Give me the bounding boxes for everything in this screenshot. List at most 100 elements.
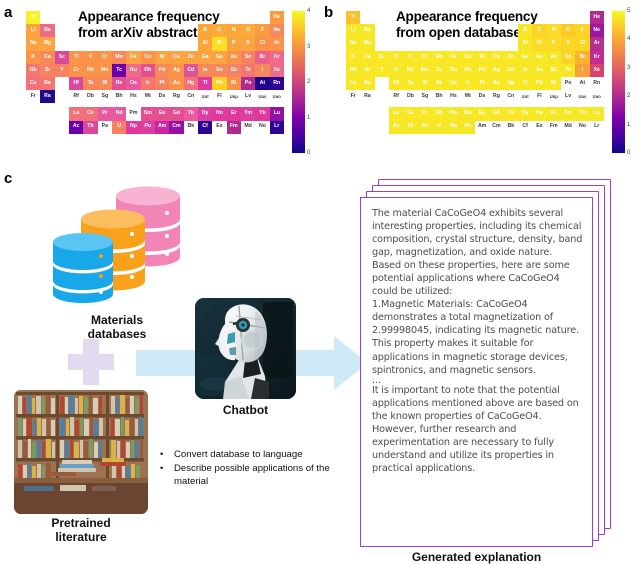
- element-cell-rb: Rb: [346, 63, 361, 77]
- element-cell-ar: Ar: [269, 37, 284, 51]
- element-cell-hs: Hs: [446, 90, 461, 104]
- element-cell-cr: Cr: [417, 50, 432, 64]
- element-cell-te: Te: [560, 63, 576, 77]
- materials-databases-icon: [50, 182, 185, 307]
- element-cell-sb: Sb: [546, 63, 561, 77]
- element-cell-po: Po: [240, 76, 256, 91]
- element-cell-zr: Zr: [68, 63, 84, 77]
- element-cell-fe: Fe: [446, 50, 461, 64]
- element-cell-eu: Eu: [154, 107, 170, 121]
- element-cell-ne: Ne: [589, 24, 604, 38]
- element-cell-ir: Ir: [460, 76, 475, 91]
- element-cell-cr: Cr: [97, 50, 112, 64]
- element-cell-er: Er: [226, 107, 241, 121]
- generated-explanation-caption: Generated explanation: [411, 550, 542, 564]
- element-cell-zn: Zn: [503, 50, 518, 64]
- element-cell-la: La: [68, 107, 84, 121]
- element-cell-db: Db: [403, 90, 418, 104]
- generated-explanation-paragraph: 1.Magnetic Materials: CaCoGeO4 demonstra…: [372, 299, 580, 376]
- element-cell-sr: Sr: [40, 63, 55, 77]
- element-cell-la: La: [388, 107, 404, 121]
- element-cell-hf: Hf: [68, 76, 84, 91]
- element-cell-lu: Lu: [589, 107, 604, 121]
- element-cell-es: Es: [212, 120, 227, 134]
- element-cell-f: F: [255, 24, 270, 38]
- element-cell-gd: Gd: [489, 107, 504, 121]
- chatbot-bullet-text: Convert database to language: [174, 449, 303, 460]
- element-cell-as: As: [226, 50, 241, 64]
- element-cell-ga: Ga: [197, 50, 213, 64]
- element-cell-mt: Mt: [460, 90, 475, 104]
- element-cell-ar: Ar: [589, 37, 604, 51]
- element-cell-tm: Tm: [240, 107, 256, 121]
- element-cell-mo: Mo: [97, 63, 112, 77]
- element-cell-po: Po: [560, 76, 576, 91]
- element-cell-cf: Cf: [517, 120, 533, 134]
- element-cell-lv: Lv: [560, 90, 576, 104]
- element-cell-br: Br: [255, 50, 270, 64]
- element-cell-kr: Kr: [269, 50, 284, 64]
- generated-explanation-paragraph: It is important to note that the potenti…: [372, 384, 579, 475]
- element-cell-ag: Ag: [489, 63, 504, 77]
- element-cell-gd: Gd: [169, 107, 184, 121]
- element-cell-k: K: [26, 50, 41, 64]
- bullet-dot-icon: •: [160, 449, 164, 460]
- periodic-table-grid-b: H He Li Be B C N O F Ne Na Mg Al Si P S Cl Ar K Ca Sc Ti V Cr Mn…: [346, 11, 604, 153]
- element-cell-h: H: [26, 11, 41, 25]
- chatbot-bullet-item: • Describe possible applications of the m…: [160, 463, 360, 489]
- element-cell-n: N: [546, 24, 561, 38]
- element-cell-cl: Cl: [575, 37, 590, 51]
- colorbar-b-ticks: 5 4 3 2 1 0: [627, 8, 640, 156]
- element-cell-fr: Fr: [346, 90, 361, 104]
- element-cell-at: At: [255, 76, 270, 91]
- element-cell-fl: Fl: [532, 90, 547, 104]
- element-cell-rf: Rf: [388, 90, 404, 104]
- element-cell-ho: Ho: [532, 107, 547, 121]
- element-cell-li: Li: [346, 24, 361, 38]
- element-cell-re: Re: [111, 76, 127, 91]
- element-cell-ta: Ta: [83, 76, 98, 91]
- element-cell-fm: Fm: [226, 120, 241, 134]
- element-cell-b: B: [517, 24, 533, 38]
- element-cell-ba: Ba: [360, 76, 375, 91]
- element-cell-db: Db: [83, 90, 98, 104]
- element-cell-sb: Sb: [226, 63, 241, 77]
- element-cell-bh: Bh: [111, 90, 127, 104]
- element-cell-tl: Tl: [197, 76, 213, 91]
- colorbar-a: [292, 11, 305, 153]
- element-cell-pr: Pr: [417, 107, 432, 121]
- element-cell-th: Th: [403, 120, 418, 134]
- element-cell-ru: Ru: [446, 63, 461, 77]
- element-cell-ce: Ce: [403, 107, 418, 121]
- element-cell-lr: Lr: [589, 120, 604, 134]
- pretrained-literature-image: [14, 390, 148, 514]
- element-cell-ac: Ac: [388, 120, 404, 134]
- element-cell-mt: Mt: [140, 90, 155, 104]
- element-cell-tm: Tm: [560, 107, 576, 121]
- element-cell-uup: Uup: [226, 90, 241, 104]
- colorbar-tick: 5: [627, 8, 631, 14]
- element-cell-ta: Ta: [403, 76, 418, 91]
- element-cell-te: Te: [240, 63, 256, 77]
- element-cell-al: Al: [517, 37, 533, 51]
- element-cell-i: I: [255, 63, 270, 77]
- element-cell-u: U: [431, 120, 447, 134]
- element-cell-lv: Lv: [240, 90, 256, 104]
- element-cell-rn: Rn: [269, 76, 284, 91]
- element-cell-zr: Zr: [388, 63, 404, 77]
- colorbar-tick: 2: [627, 93, 631, 100]
- element-cell-pd: Pd: [474, 63, 490, 77]
- element-cell-no: No: [575, 120, 590, 134]
- element-cell-y: Y: [374, 63, 389, 77]
- element-cell-w: W: [417, 76, 432, 91]
- element-cell-sr: Sr: [360, 63, 375, 77]
- element-cell-kr: Kr: [589, 50, 604, 64]
- element-cell-ds: Ds: [154, 90, 170, 104]
- element-cell-rh: Rh: [140, 63, 155, 77]
- element-cell-na: Na: [26, 37, 41, 51]
- colorbar-a-ticks: 4 3 2 1 0: [307, 8, 321, 156]
- element-cell-cd: Cd: [183, 63, 198, 77]
- element-cell-at: At: [575, 76, 590, 91]
- colorbar-tick: 1: [627, 121, 631, 128]
- element-cell-md: Md: [560, 120, 576, 134]
